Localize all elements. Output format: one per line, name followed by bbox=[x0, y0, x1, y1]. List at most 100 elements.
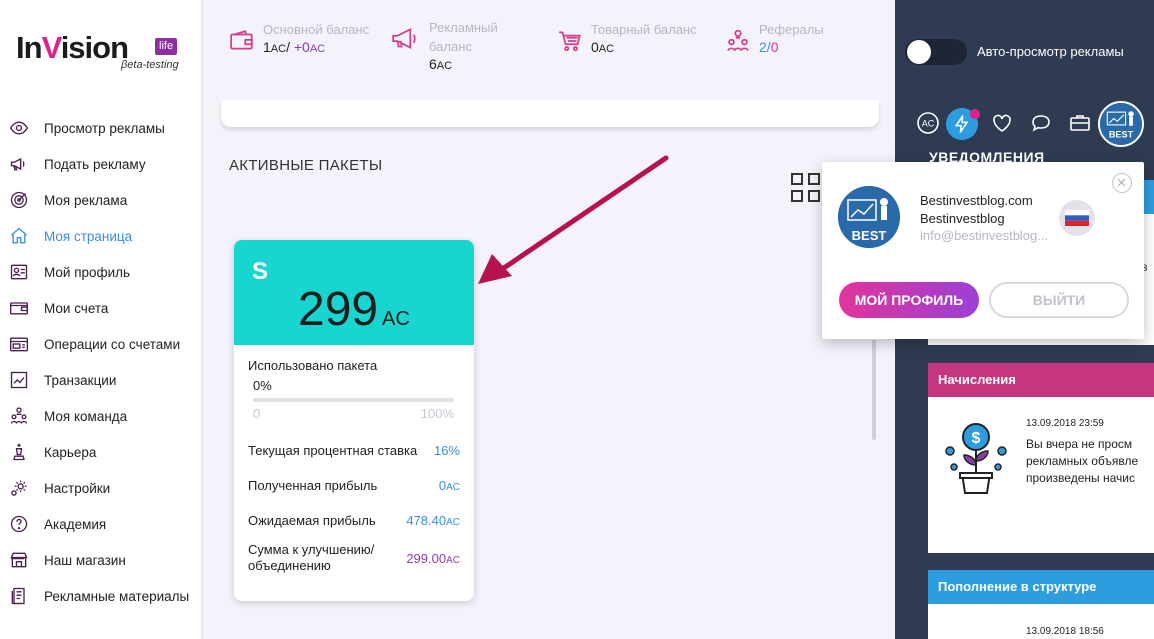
sidebar-item-my-accounts[interactable]: Мои счета bbox=[0, 290, 200, 326]
money-plant-icon: $ bbox=[940, 417, 1012, 497]
megaphone-icon bbox=[8, 153, 30, 175]
lightning-icon[interactable] bbox=[946, 108, 980, 140]
referrals[interactable]: Рефералы 2/0 bbox=[725, 20, 824, 55]
briefcase-icon[interactable] bbox=[1068, 111, 1092, 135]
sidebar-item-label: Настройки bbox=[44, 480, 111, 496]
eye-icon bbox=[8, 117, 30, 139]
main-balance[interactable]: Основной баланс 1AC/ +0AC bbox=[229, 20, 369, 55]
toggle-knob bbox=[907, 40, 931, 64]
sidebar-item-label: Подать рекламу bbox=[44, 156, 146, 172]
my-profile-button[interactable]: МОЙ ПРОФИЛЬ bbox=[839, 282, 979, 318]
upgrade-value: 299.00AC bbox=[406, 550, 460, 566]
package-letter: S bbox=[252, 258, 269, 285]
sidebar-item-ad-view[interactable]: Просмотр рекламы bbox=[0, 110, 200, 146]
question-icon bbox=[8, 513, 30, 535]
accounts-icon bbox=[8, 333, 30, 355]
popup-site: Bestinvestblog.com bbox=[920, 193, 1033, 208]
grid-view-icon[interactable] bbox=[790, 172, 822, 204]
scrollbar[interactable] bbox=[872, 340, 876, 440]
logo-subtitle: βeta-testing bbox=[121, 59, 179, 71]
language-flag-button[interactable] bbox=[1059, 200, 1095, 236]
popup-name: Bestinvestblog bbox=[920, 211, 1005, 226]
notification-date: 13.09.2018 23:59 bbox=[1026, 418, 1104, 429]
chess-icon bbox=[8, 441, 30, 463]
sidebar-item-label: Моя команда bbox=[44, 408, 128, 424]
close-button[interactable] bbox=[1112, 173, 1132, 193]
team-icon bbox=[8, 405, 30, 427]
sidebar-item-store[interactable]: Наш магазин bbox=[0, 542, 200, 578]
usage-progress-bar bbox=[253, 398, 454, 402]
logout-button[interactable]: ВЫЙТИ bbox=[989, 282, 1129, 318]
logo-wordmark: InVision bbox=[16, 30, 129, 65]
notification-dot bbox=[970, 109, 980, 119]
sidebar-item-label: Мой профиль bbox=[44, 264, 131, 280]
referrals-value: 2/0 bbox=[759, 39, 779, 55]
expected-row: Ожидаемая прибыль 478.40AC bbox=[248, 513, 460, 528]
store-icon bbox=[8, 549, 30, 571]
avatar[interactable]: BEST bbox=[1098, 101, 1144, 147]
sidebar-item-academy[interactable]: Академия bbox=[0, 506, 200, 542]
close-icon bbox=[1117, 178, 1126, 187]
ad-balance-value: 6AC bbox=[429, 56, 453, 72]
auto-view-toggle[interactable] bbox=[905, 39, 967, 65]
profile-card-icon bbox=[8, 261, 30, 283]
chat-icon[interactable] bbox=[1029, 111, 1053, 135]
ad-balance[interactable]: Рекламный баланс 6AC bbox=[391, 18, 498, 72]
package-currency: AC bbox=[382, 308, 410, 330]
ac-coin-icon[interactable]: AC bbox=[916, 111, 940, 135]
notification-accruals[interactable]: Начисления $ 13.09.2018 23:59 Вы вчера н… bbox=[928, 363, 1154, 553]
megaphone-icon bbox=[391, 26, 421, 52]
team-icon bbox=[725, 28, 751, 54]
annotation-arrow bbox=[478, 155, 669, 284]
usage-scale: 0 100% bbox=[253, 406, 454, 421]
rate-value: 16% bbox=[433, 443, 460, 458]
sidebar-item-label: Просмотр рекламы bbox=[44, 120, 165, 136]
sidebar-item-my-page[interactable]: Моя страница bbox=[0, 218, 200, 254]
home-icon bbox=[8, 225, 30, 247]
wallet-icon bbox=[8, 297, 30, 319]
expected-value: 478.40AC bbox=[406, 513, 460, 528]
partial-card-header bbox=[1144, 180, 1154, 214]
package-price: 299 bbox=[298, 283, 379, 336]
sidebar-item-account-operations[interactable]: Операции со счетами bbox=[0, 326, 200, 362]
usage-percent: 0% bbox=[253, 378, 272, 393]
main-balance-label: Основной баланс bbox=[263, 22, 370, 37]
ad-balance-label-2: баланс bbox=[429, 39, 472, 54]
goods-balance[interactable]: Товарный баланс 0AC bbox=[557, 20, 697, 55]
sidebar-item-label: Рекламные материалы bbox=[44, 588, 190, 604]
auto-view-label: Авто-просмотр рекламы bbox=[977, 44, 1124, 59]
sidebar-item-label: Наш магазин bbox=[44, 552, 126, 568]
russia-flag-icon bbox=[1065, 210, 1089, 226]
sidebar-item-submit-ad[interactable]: Подать рекламу bbox=[0, 146, 200, 182]
target-icon bbox=[8, 189, 30, 211]
rate-row: Текущая процентная ставка 16% bbox=[248, 443, 460, 458]
sidebar-item-transactions[interactable]: Транзакции bbox=[0, 362, 200, 398]
heart-icon[interactable] bbox=[990, 111, 1014, 135]
referrals-label: Рефералы bbox=[759, 22, 824, 37]
popup-email: info@bestinvestblog... bbox=[920, 228, 1049, 243]
notification-text-1: Вы вчера не просм bbox=[1026, 437, 1133, 451]
cart-icon bbox=[557, 28, 583, 54]
sidebar-item-ad-materials[interactable]: Рекламные материалы bbox=[0, 578, 200, 614]
sidebar-item-label: Транзакции bbox=[44, 372, 117, 388]
package-card[interactable]: S 299 AC Использовано пакета 0% 0 100% Те… bbox=[234, 240, 474, 601]
sidebar-item-career[interactable]: Карьера bbox=[0, 434, 200, 470]
profit-row: Полученная прибыль 0AC bbox=[248, 478, 460, 493]
sidebar-item-my-ads[interactable]: Моя реклама bbox=[0, 182, 200, 218]
chart-icon bbox=[8, 369, 30, 391]
notification-text-2: рекламных объявле bbox=[1026, 454, 1139, 468]
notification-text-3: произведены начис bbox=[1026, 471, 1135, 485]
package-header: S 299 AC bbox=[234, 240, 474, 345]
logo[interactable]: InVision life βeta-testing bbox=[16, 26, 186, 74]
goods-balance-label: Товарный баланс bbox=[591, 22, 697, 37]
sidebar-item-settings[interactable]: Настройки bbox=[0, 470, 200, 506]
notification-structure[interactable]: Пополнение в структуре 13.09.2018 18:56 bbox=[928, 570, 1154, 639]
svg-text:$: $ bbox=[972, 430, 981, 447]
main-balance-value: 1AC/ +0AC bbox=[263, 39, 326, 55]
sidebar-item-label: Операции со счетами bbox=[44, 336, 181, 352]
popup-avatar: BEST bbox=[838, 186, 900, 248]
sidebar-item-my-team[interactable]: Моя команда bbox=[0, 398, 200, 434]
svg-text:BEST: BEST bbox=[852, 228, 887, 243]
sidebar-item-my-profile[interactable]: Мой профиль bbox=[0, 254, 200, 290]
profile-popup: BEST Bestinvestblog.com Bestinvestblog i… bbox=[822, 162, 1144, 339]
